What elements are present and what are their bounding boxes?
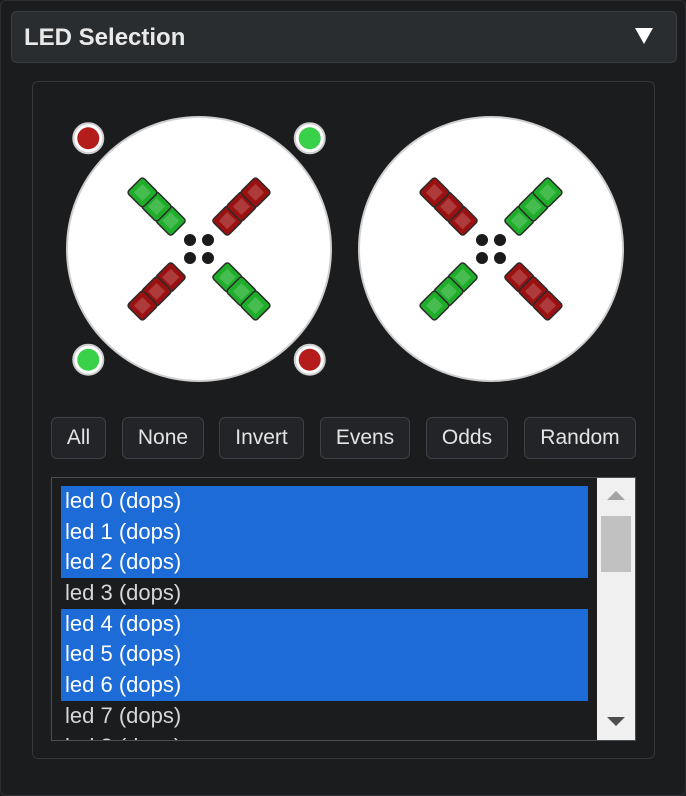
corner-led-fill — [298, 348, 321, 371]
drone-right — [358, 116, 624, 382]
corner-led-fill — [77, 127, 100, 150]
led-selection-panel: LED Selection All None Invert Evens Odds… — [0, 0, 686, 796]
led-list-item[interactable]: led 5 (dops) — [61, 639, 588, 671]
evens-button[interactable]: Evens — [320, 417, 410, 459]
scroll-up-icon[interactable] — [597, 478, 635, 510]
drone-body — [358, 116, 624, 382]
invert-button[interactable]: Invert — [219, 417, 304, 459]
led-list[interactable]: led 0 (dops) led 1 (dops) led 2 (dops) led … — [51, 477, 636, 741]
scroll-thumb[interactable] — [601, 516, 631, 572]
led-list-item[interactable]: led 7 (dops) — [61, 701, 588, 732]
drone-diagrams — [66, 116, 624, 382]
led-list-items: led 0 (dops) led 1 (dops) led 2 (dops) led … — [61, 486, 588, 741]
led-list-item[interactable]: led 1 (dops) — [61, 516, 588, 548]
led-list-item[interactable]: led 2 (dops) — [61, 547, 588, 579]
led-list-item[interactable]: led 0 (dops) — [61, 486, 588, 517]
led-list-item[interactable]: led 8 (dops) — [61, 732, 588, 741]
corner-led-fill — [77, 348, 100, 371]
all-button[interactable]: All — [51, 417, 106, 459]
led-list-item[interactable]: led 4 (dops) — [61, 608, 588, 640]
drone-left — [66, 116, 332, 382]
led-list-scrollbar[interactable] — [597, 478, 635, 740]
none-button[interactable]: None — [122, 417, 204, 459]
odds-button[interactable]: Odds — [426, 417, 508, 459]
corner-led-fill — [298, 127, 321, 150]
led-list-item[interactable]: led 3 (dops) — [61, 578, 588, 609]
led-list-item[interactable]: led 6 (dops) — [61, 670, 588, 701]
random-button[interactable]: Random — [524, 417, 636, 459]
drone-body — [66, 116, 332, 382]
scroll-down-icon[interactable] — [597, 708, 635, 740]
